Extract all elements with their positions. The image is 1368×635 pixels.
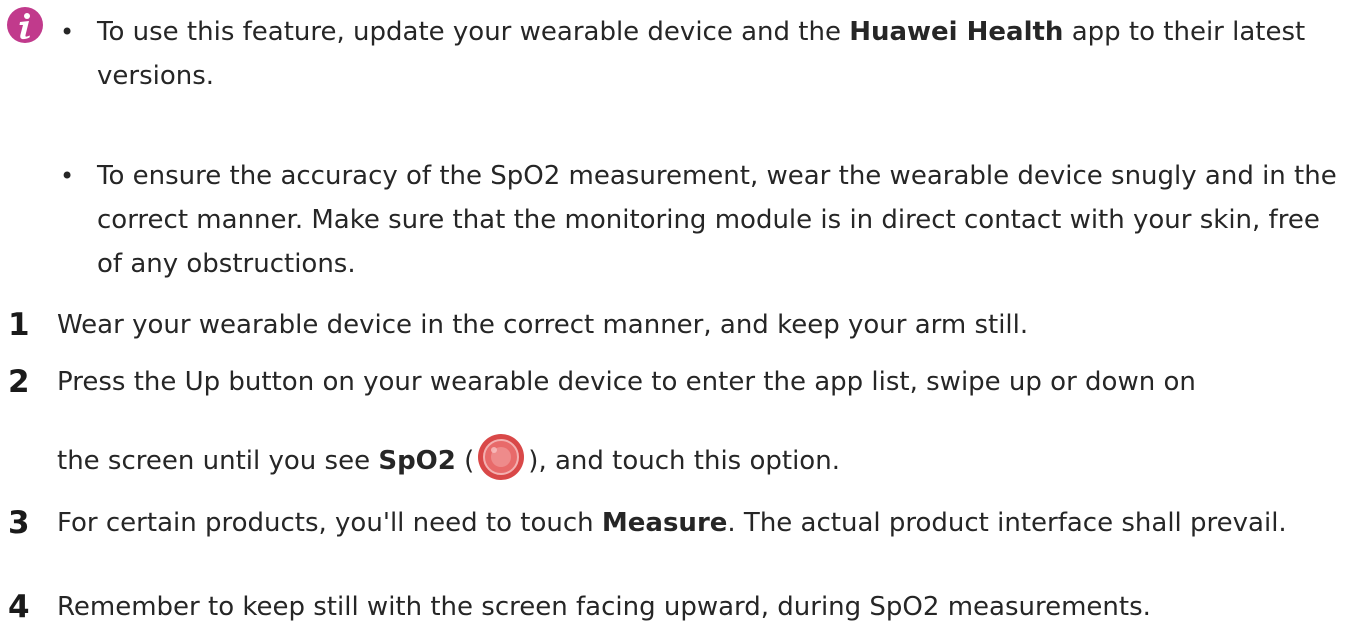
spo2-app-icon	[478, 434, 525, 480]
instructions-page: • To use this feature, update your weara…	[0, 0, 1368, 635]
step-text-part: ), and touch this option.	[528, 446, 840, 476]
step-text-line: Press the Up button on your wearable dev…	[57, 367, 1196, 397]
step-text: For certain products, you'll need to tou…	[57, 505, 1357, 541]
step-text-part: (	[455, 446, 475, 476]
measure-bold: Measure	[601, 508, 728, 538]
app-name-bold: Huawei Health	[849, 17, 1064, 47]
note-text: To use this feature, update your wearabl…	[97, 10, 1347, 98]
step-text: Press the Up button on your wearable dev…	[57, 364, 1357, 481]
step-text: Remember to keep still with the screen f…	[57, 592, 1151, 622]
bullet: •	[60, 162, 75, 190]
step-number: 3	[8, 505, 30, 541]
bullet: •	[60, 18, 75, 46]
step-text-line: the screen until you see SpO2 ( ), and t…	[57, 433, 1357, 481]
step-text: Wear your wearable device in the correct…	[57, 310, 1029, 340]
step-text-part: For certain products, you'll need to tou…	[57, 508, 602, 538]
step-text-part: . The actual product interface shall pre…	[727, 508, 1287, 538]
note-text: To ensure the accuracy of the SpO2 measu…	[97, 161, 1337, 279]
step-number: 4	[8, 589, 30, 625]
info-icon	[7, 7, 43, 43]
step-text-part: the screen until you see	[57, 446, 379, 476]
step-number: 2	[8, 364, 30, 400]
spo2-bold: SpO2	[378, 446, 456, 476]
note-text-part: To use this feature, update your wearabl…	[97, 17, 850, 47]
step-number: 1	[8, 307, 30, 343]
